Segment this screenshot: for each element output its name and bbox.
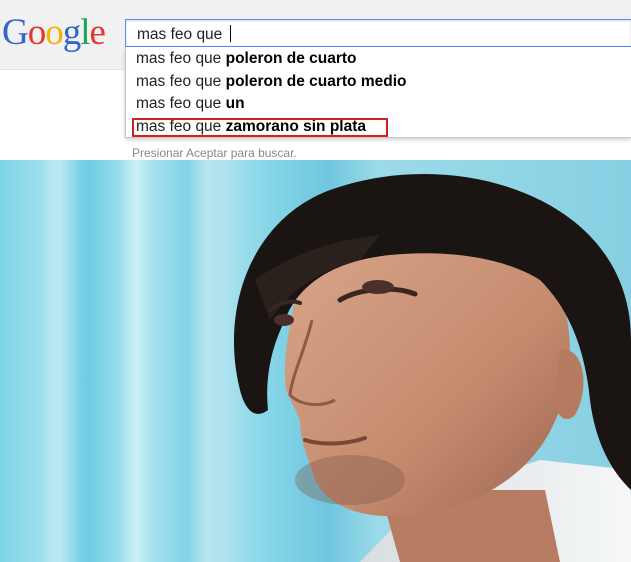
text-caret [229,25,231,42]
suggestion-item[interactable]: mas feo que poleron de cuarto medio [136,71,406,93]
suggestion-item[interactable]: mas feo que un [136,93,245,115]
portrait-illustration [40,160,631,562]
red-highlight-box [132,118,388,137]
search-hint: Presionar Aceptar para buscar. [132,146,297,160]
search-input[interactable]: mas feo que [125,19,631,47]
search-query-text: mas feo que [137,25,231,44]
google-logo[interactable]: Google [2,11,106,55]
suggestion-item[interactable]: mas feo que poleron de cuarto [136,48,357,70]
man-portrait-photo [0,160,631,562]
